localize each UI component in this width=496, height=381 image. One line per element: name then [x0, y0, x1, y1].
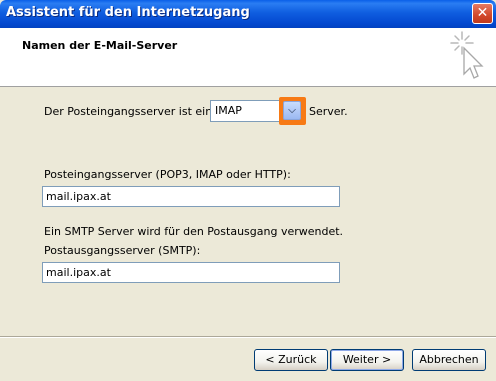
- chevron-down-icon: ⌵: [283, 101, 301, 120]
- close-icon: ✕: [476, 5, 489, 21]
- incoming-server-input[interactable]: mail.ipax.at: [42, 186, 340, 207]
- back-button[interactable]: < Zurück: [254, 349, 328, 371]
- server-type-prefix-label: Der Posteingangsserver ist ein: [44, 105, 213, 118]
- next-button[interactable]: Weiter >: [330, 349, 404, 371]
- title-bar[interactable]: Assistent für den Internetzugang ✕: [0, 0, 496, 28]
- incoming-server-value: mail.ipax.at: [46, 190, 111, 203]
- outgoing-server-label: Postausgangsserver (SMTP):: [44, 244, 201, 257]
- server-type-suffix-label: Server.: [309, 105, 348, 118]
- close-button[interactable]: ✕: [472, 3, 493, 24]
- footer-divider-highlight: [0, 337, 496, 338]
- window-title: Assistent für den Internetzugang: [6, 5, 250, 20]
- wizard-header: Namen der E-Mail-Server: [0, 28, 496, 87]
- smtp-note: Ein SMTP Server wird für den Postausgang…: [44, 225, 344, 238]
- page-title: Namen der E-Mail-Server: [22, 39, 178, 52]
- server-type-dropdown-button[interactable]: ⌵: [279, 97, 306, 125]
- cancel-button[interactable]: Abbrechen: [412, 349, 486, 371]
- server-type-value: IMAP: [215, 104, 242, 117]
- wizard-sparkle-cursor-icon: [450, 31, 484, 79]
- outgoing-server-value: mail.ipax.at: [46, 266, 111, 279]
- outgoing-server-input[interactable]: mail.ipax.at: [42, 262, 340, 283]
- incoming-server-label: Posteingangsserver (POP3, IMAP oder HTTP…: [44, 168, 291, 181]
